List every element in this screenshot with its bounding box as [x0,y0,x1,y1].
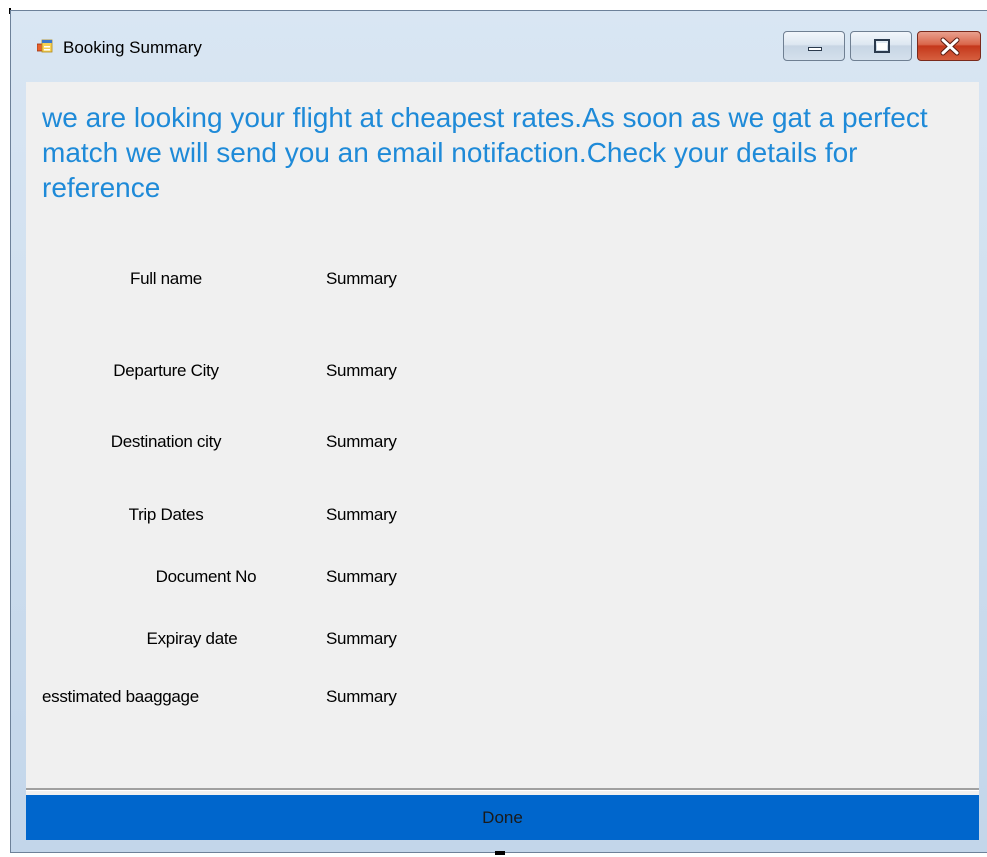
booking-summary-window: Booking Summary we are looking your flig… [10,10,987,853]
close-icon [940,37,960,56]
minimize-icon [808,47,822,51]
info-message: we are looking your flight at cheapest r… [42,102,928,203]
app-form-icon [36,39,53,55]
estimated-baggage-value: Summary [326,687,397,706]
close-button[interactable] [917,31,981,61]
expiry-date-label: Expiray date [146,629,238,648]
maximize-icon [874,39,890,53]
form-client-area: we are looking your flight at cheapest r… [26,82,979,840]
resize-grip[interactable] [495,851,505,855]
maximize-button[interactable] [850,31,912,61]
estimated-baggage-label: esstimated baaggage [42,687,199,706]
minimize-button[interactable] [783,31,845,61]
departure-city-label: Departure City [113,361,219,380]
document-no-label: Document No [155,567,257,586]
full-name-label: Full name [130,269,202,288]
full-name-value: Summary [326,269,397,288]
document-no-value: Summary [326,567,397,586]
expiry-date-value: Summary [326,629,397,648]
departure-city-value: Summary [326,361,397,380]
title-bar[interactable]: Booking Summary [11,11,987,81]
window-title: Booking Summary [63,38,202,57]
destination-city-value: Summary [326,432,397,451]
footer-separator [26,788,979,791]
trip-dates-label: Trip Dates [128,505,204,524]
done-button[interactable]: Done [26,795,979,840]
destination-city-label: Destination city [110,432,222,451]
trip-dates-value: Summary [326,505,397,524]
